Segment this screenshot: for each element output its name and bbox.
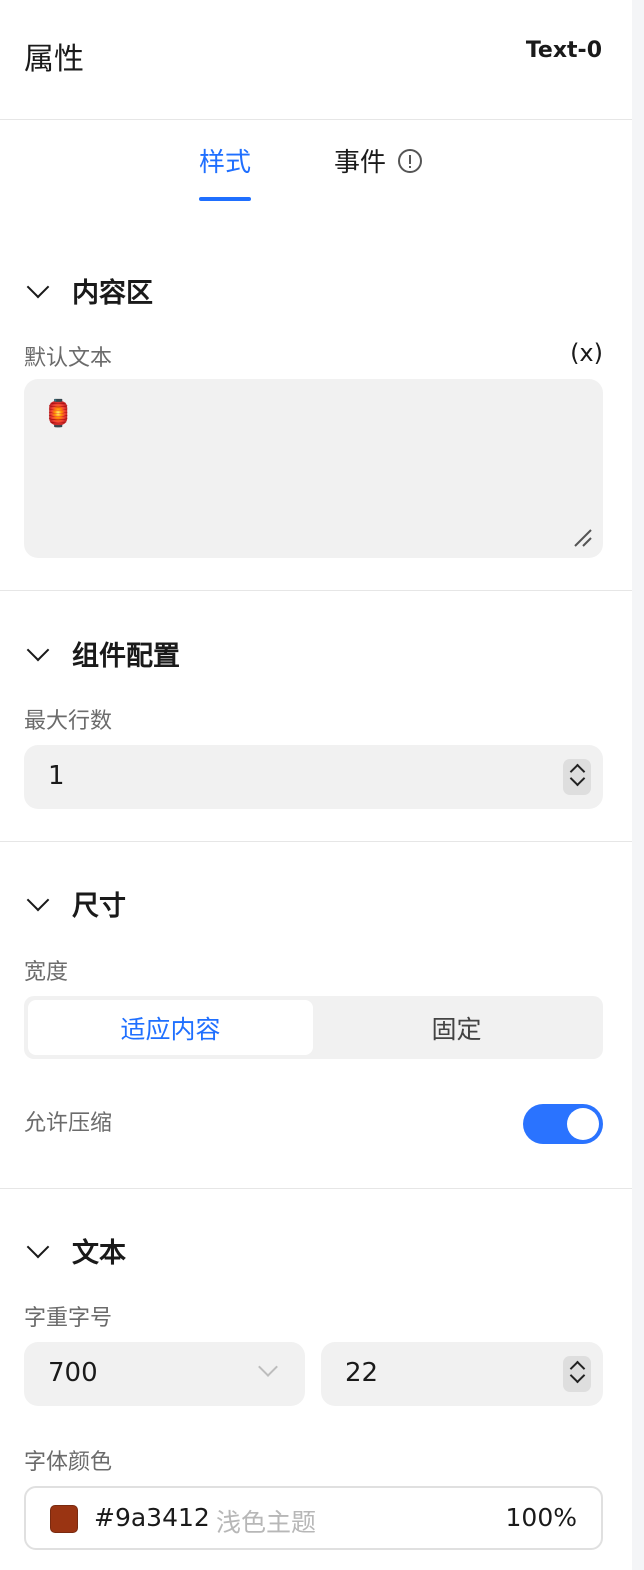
width-option-fit-content[interactable]: 适应内容 [28,1000,313,1055]
max-lines-value: 1 [48,761,65,791]
resize-handle-icon[interactable] [573,528,593,548]
chevron-down-icon [24,889,54,919]
color-hex-value: #9a3412 [94,1503,210,1532]
tab-style[interactable]: 样式 [199,142,252,202]
width-segmented-control: 适应内容 固定 [24,996,603,1059]
section-header-size[interactable]: 尺寸 [24,884,126,923]
font-size-value: 22 [345,1358,379,1388]
section-header-component-config[interactable]: 组件配置 [24,634,180,673]
section-divider [0,841,632,842]
scrollbar-track[interactable] [632,0,644,1570]
chevron-down-icon [24,276,54,306]
section-header-content[interactable]: 内容区 [24,271,153,310]
chevron-down-icon [258,1357,278,1377]
max-lines-input[interactable]: 1 [24,745,603,809]
section-title-text: 文本 [72,1238,126,1269]
toggle-knob [567,1108,599,1140]
info-icon[interactable] [398,149,423,173]
textarea-value: 🏮 [42,399,75,429]
tab-event[interactable]: 事件 [334,142,423,202]
font-size-input[interactable]: 22 [321,1342,603,1406]
section-title-content: 内容区 [72,278,153,309]
font-weight-select[interactable]: 700 [24,1342,305,1406]
chevron-down-icon [24,1236,54,1266]
component-id: Text-0 [525,38,602,63]
panel-header: 属性 Text-0 [0,0,632,120]
font-color-label: 字体颜色 [24,1450,113,1475]
properties-panel: 属性 Text-0 样式 事件 内容区 默认文本 (x) 🏮 组件配置 最大行数… [0,0,644,1570]
width-option-fixed[interactable]: 固定 [314,1000,599,1055]
color-theme-placeholder: 浅色主题 [216,1508,317,1537]
weight-size-label: 字重字号 [24,1306,113,1331]
section-title-size: 尺寸 [72,891,126,922]
max-lines-label: 最大行数 [24,709,113,734]
tab-bar: 样式 事件 [0,120,632,210]
section-title-component-config: 组件配置 [72,641,180,672]
color-opacity-value: 100% [505,1503,577,1532]
chevron-down-icon [24,639,54,669]
number-stepper-icon[interactable] [563,1356,591,1392]
color-swatch[interactable] [50,1505,78,1533]
font-color-picker[interactable]: #9a3412 浅色主题 100% [24,1486,603,1550]
panel-title: 属性 [24,42,84,77]
font-weight-value: 700 [48,1358,98,1388]
tab-event-label: 事件 [334,148,387,178]
section-header-text[interactable]: 文本 [24,1231,126,1270]
width-label: 宽度 [24,960,69,985]
section-divider [0,590,632,591]
tab-style-label: 样式 [199,148,252,178]
active-tab-indicator [199,197,252,201]
number-stepper-icon[interactable] [563,759,591,795]
allow-shrink-label: 允许压缩 [24,1111,113,1136]
variable-toggle-button[interactable]: (x) [570,339,603,367]
section-divider [0,1188,632,1189]
allow-shrink-toggle[interactable] [523,1104,603,1144]
default-text-textarea[interactable]: 🏮 [24,379,603,558]
default-text-label: 默认文本 [24,346,113,371]
